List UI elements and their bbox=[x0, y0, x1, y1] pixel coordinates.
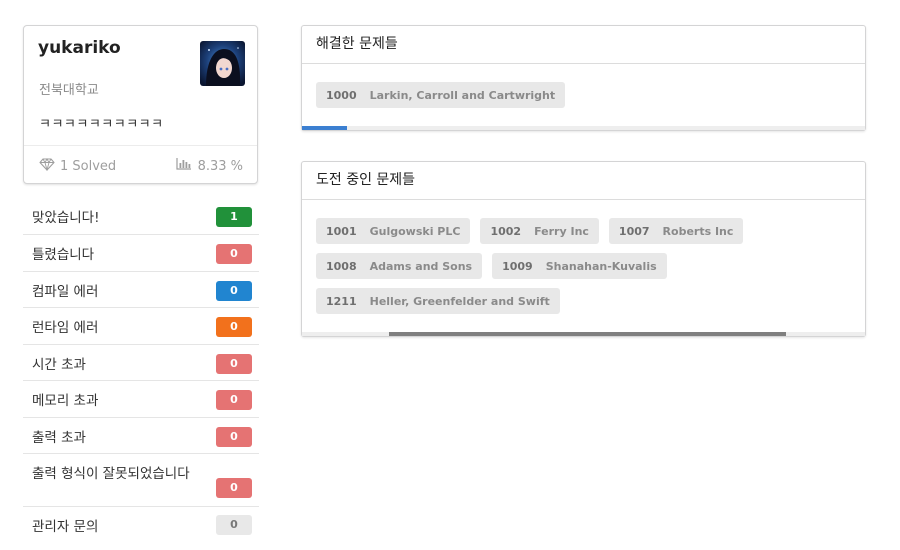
problem-tag[interactable]: 1001 Gulgowski PLC bbox=[316, 218, 471, 244]
problem-tag[interactable]: 1002 Ferry Inc bbox=[480, 218, 599, 244]
result-row-compile-error[interactable]: 컴파일 에러 0 bbox=[23, 272, 259, 308]
problem-title: Gulgowski PLC bbox=[369, 224, 461, 238]
result-count-badge: 0 bbox=[216, 281, 252, 301]
problem-tag-list: 1000 Larkin, Carroll and Cartwright bbox=[316, 82, 851, 108]
result-label: 출력 형식이 잘못되었습니다 bbox=[32, 466, 190, 482]
result-row-memory-limit[interactable]: 메모리 초과 0 bbox=[23, 381, 259, 418]
profile-page: yukariko 전북대학교 ㅋㅋㅋㅋㅋㅋㅋㅋㅋㅋ 1 Solved 8.33 … bbox=[0, 0, 900, 550]
school-name: 전북대학교 bbox=[39, 83, 99, 98]
result-row-output-limit[interactable]: 출력 초과 0 bbox=[23, 418, 259, 454]
result-count-badge: 0 bbox=[216, 478, 252, 498]
progress-track bbox=[302, 332, 865, 336]
avatar[interactable] bbox=[200, 41, 245, 86]
progress-fill bbox=[302, 126, 348, 130]
problem-id: 1007 bbox=[618, 224, 650, 238]
result-count-badge: 0 bbox=[216, 354, 252, 374]
result-label: 컴파일 에러 bbox=[32, 284, 99, 300]
result-label: 메모리 초과 bbox=[32, 393, 99, 409]
problem-title: Shanahan-Kuvalis bbox=[545, 259, 657, 273]
problem-id: 1211 bbox=[326, 294, 357, 308]
result-count-badge: 0 bbox=[216, 515, 252, 535]
result-label: 맞았습니다! bbox=[32, 210, 100, 226]
panel-title: 해결한 문제들 bbox=[302, 26, 865, 64]
problem-id: 1002 bbox=[490, 224, 522, 238]
result-count-badge: 0 bbox=[216, 390, 252, 410]
problem-tag[interactable]: 1008 Adams and Sons bbox=[316, 253, 483, 279]
solve-rate: 8.33 % bbox=[175, 158, 243, 174]
problem-id: 1008 bbox=[326, 259, 357, 273]
rate-text: 8.33 % bbox=[197, 158, 243, 174]
result-count-badge: 1 bbox=[216, 207, 252, 227]
solved-text: 1 Solved bbox=[60, 159, 117, 174]
result-row-presentation-error[interactable]: 출력 형식이 잘못되었습니다 0 bbox=[23, 454, 259, 507]
result-count-badge: 0 bbox=[216, 244, 252, 264]
result-row-accepted[interactable]: 맞았습니다! 1 bbox=[23, 198, 259, 235]
panel-title: 도전 중인 문제들 bbox=[302, 162, 865, 200]
result-count-badge: 0 bbox=[216, 317, 252, 337]
panel-body: 1001 Gulgowski PLC 1002 Ferry Inc 1007 Robert… bbox=[302, 200, 865, 314]
profile-bio: ㅋㅋㅋㅋㅋㅋㅋㅋㅋㅋ bbox=[39, 117, 164, 132]
diamond-icon bbox=[39, 158, 55, 175]
result-row-contact-admin[interactable]: 관리자 문의 0 bbox=[23, 507, 259, 543]
problem-tag[interactable]: 1211 Heller, Greenfelder and Swift bbox=[316, 288, 560, 314]
problem-title: Adams and Sons bbox=[369, 259, 473, 273]
result-label: 런타임 에러 bbox=[32, 320, 99, 336]
profile-card: yukariko 전북대학교 ㅋㅋㅋㅋㅋㅋㅋㅋㅋㅋ 1 Solved 8.33 … bbox=[23, 25, 258, 184]
result-row-runtime-error[interactable]: 런타임 에러 0 bbox=[23, 308, 259, 345]
result-label: 시간 초과 bbox=[32, 357, 86, 373]
problem-tag[interactable]: 1009 Shanahan-Kuvalis bbox=[492, 253, 667, 279]
card-divider bbox=[24, 145, 257, 146]
result-row-wrong-answer[interactable]: 틀렸습니다 0 bbox=[23, 235, 259, 272]
result-label: 출력 초과 bbox=[32, 430, 86, 446]
progress-fill bbox=[389, 332, 787, 336]
result-count-badge: 0 bbox=[216, 427, 252, 447]
problem-title: Heller, Greenfelder and Swift bbox=[369, 294, 550, 308]
result-label: 틀렸습니다 bbox=[32, 247, 95, 263]
trying-problems-panel: 도전 중인 문제들 1001 Gulgowski PLC 1002 Ferry Inc… bbox=[301, 161, 866, 337]
problem-tag[interactable]: 1007 Roberts Inc bbox=[608, 218, 744, 244]
result-summary-list: 맞았습니다! 1 틀렸습니다 0 컴파일 에러 0 런타임 에러 0 시간 초과… bbox=[23, 198, 259, 543]
problem-id: 1000 bbox=[326, 88, 357, 102]
bar-chart-icon bbox=[175, 158, 192, 174]
problem-id: 1009 bbox=[502, 259, 533, 273]
result-row-time-limit[interactable]: 시간 초과 0 bbox=[23, 345, 259, 381]
problem-tag[interactable]: 1000 Larkin, Carroll and Cartwright bbox=[316, 82, 566, 108]
problem-id: 1001 bbox=[326, 224, 357, 238]
progress-track bbox=[302, 126, 865, 130]
problem-tag-list: 1001 Gulgowski PLC 1002 Ferry Inc 1007 Robert… bbox=[316, 218, 851, 314]
result-label: 관리자 문의 bbox=[32, 519, 99, 535]
panel-body: 1000 Larkin, Carroll and Cartwright bbox=[302, 64, 865, 108]
solved-count[interactable]: 1 Solved bbox=[39, 158, 116, 175]
solved-problems-panel: 해결한 문제들 1000 Larkin, Carroll and Cartwrig… bbox=[301, 25, 866, 131]
problem-title: Roberts Inc bbox=[662, 224, 734, 238]
problem-title: Ferry Inc bbox=[534, 224, 589, 238]
username[interactable]: yukariko bbox=[38, 38, 121, 58]
problem-title: Larkin, Carroll and Cartwright bbox=[369, 88, 556, 102]
